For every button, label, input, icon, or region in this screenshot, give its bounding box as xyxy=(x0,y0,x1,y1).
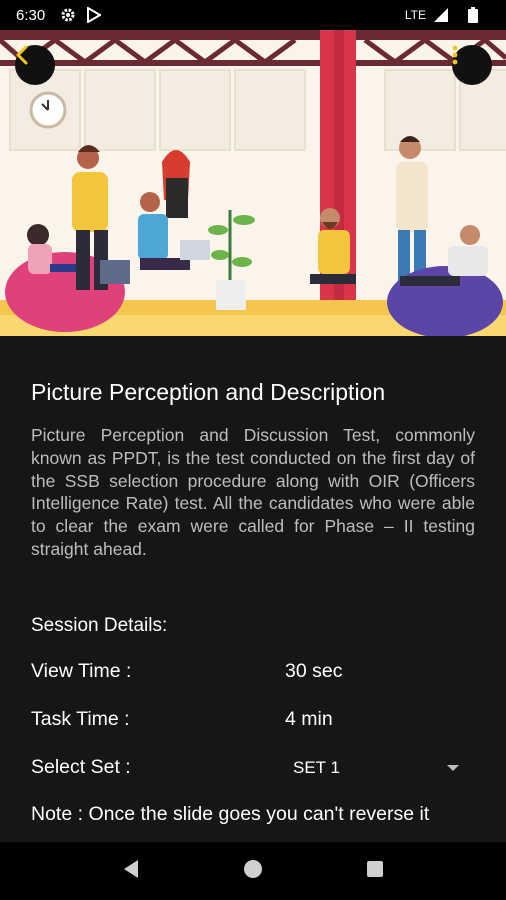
nav-home-button[interactable] xyxy=(233,851,273,891)
back-button[interactable] xyxy=(15,45,55,85)
back-triangle-icon xyxy=(122,859,140,884)
task-time-value: 4 min xyxy=(285,708,333,731)
gear-icon xyxy=(59,6,77,24)
set-dropdown-value: SET 1 xyxy=(293,757,340,777)
network-type: LTE xyxy=(404,8,426,22)
details-panel: Picture Perception and Description Pictu… xyxy=(0,336,506,842)
task-time-row: Task Time : 4 min xyxy=(31,707,475,733)
home-circle-icon xyxy=(243,859,263,884)
dropdown-arrow-icon xyxy=(447,764,459,771)
note-text: Note : Once the slide goes you can't rev… xyxy=(31,802,430,825)
signal-icon xyxy=(432,6,450,24)
view-time-label: View Time : xyxy=(31,660,132,683)
recents-square-icon xyxy=(366,860,384,883)
nav-back-button[interactable] xyxy=(111,851,151,891)
task-time-label: Task Time : xyxy=(31,708,130,731)
session-details-heading: Session Details: xyxy=(31,614,168,636)
hero-image xyxy=(0,30,506,336)
select-set-label: Select Set : xyxy=(31,756,131,779)
status-time: 6:30 xyxy=(16,6,46,24)
set-dropdown[interactable]: SET 1 xyxy=(285,753,475,783)
status-bar: 6:30 LTE xyxy=(0,0,506,30)
view-time-row: View Time : 30 sec xyxy=(31,659,475,685)
test-description: Picture Perception and Discussion Test, … xyxy=(31,425,475,559)
play-store-icon xyxy=(85,6,103,24)
view-time-value: 30 sec xyxy=(285,660,343,683)
select-set-row: Select Set : SET 1 xyxy=(31,755,475,781)
battery-icon xyxy=(464,6,482,24)
more-options-button[interactable] xyxy=(452,45,492,85)
team-meeting-illustration xyxy=(0,30,506,336)
nav-recents-button[interactable] xyxy=(355,851,395,891)
navigation-bar xyxy=(0,842,506,900)
page-title: Picture Perception and Description xyxy=(31,379,386,405)
